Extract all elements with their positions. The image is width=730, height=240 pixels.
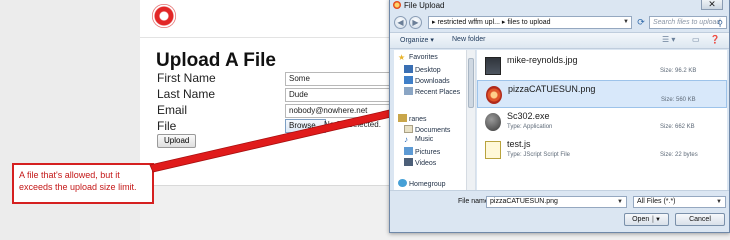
nav-item-documents[interactable]: Documents: [404, 125, 450, 134]
homegroup-icon: [398, 179, 407, 187]
file-name: pizzaCATUESUN.png: [508, 84, 596, 94]
file-row[interactable]: Sc302.exe Type: Application Size: 662 KB: [477, 108, 727, 136]
navigation-scrollbar[interactable]: [466, 50, 475, 190]
application-file-icon: [485, 113, 501, 131]
documents-icon: [404, 125, 413, 133]
image-file-icon: [485, 57, 501, 75]
view-options-icon[interactable]: ☰ ▾: [662, 35, 675, 44]
image-file-icon: [486, 86, 502, 104]
file-size: Size: 560 KB: [661, 97, 696, 103]
desktop-icon: [404, 65, 413, 73]
split-arrow-icon[interactable]: │▼: [651, 217, 661, 223]
last-name-label: Last Name: [157, 87, 216, 101]
preview-pane-icon[interactable]: ▭: [692, 35, 700, 44]
star-icon: ★: [398, 53, 406, 62]
upload-button[interactable]: Upload: [157, 134, 197, 148]
search-input[interactable]: Search files to upload ⚲: [649, 16, 727, 29]
file-type: Type: Application: [507, 124, 553, 130]
file-upload-dialog: File Upload ✕ ◀ ▶ ▸ restricted wffm upl.…: [389, 0, 730, 233]
help-icon[interactable]: ❓: [710, 35, 720, 44]
nav-item-videos[interactable]: Videos: [404, 158, 436, 167]
file-row[interactable]: mike-reynolds.jpg Size: 96.2 KB: [477, 52, 727, 80]
file-list: mike-reynolds.jpg Size: 96.2 KB pizzaCAT…: [477, 50, 727, 190]
chevron-down-icon[interactable]: ▼: [617, 197, 623, 207]
file-size: Size: 96.2 KB: [660, 68, 697, 74]
new-folder-button[interactable]: New folder: [452, 36, 485, 43]
file-name-value: pizzaCATUESUN.png: [490, 198, 558, 205]
libraries-icon: [398, 114, 407, 122]
browse-button[interactable]: Browse...: [285, 119, 327, 133]
header-divider: [140, 37, 390, 38]
address-path: ▸ restricted wffm upl... ▸ files to uplo…: [432, 19, 551, 26]
dialog-title: File Upload: [404, 1, 445, 10]
address-bar[interactable]: ▸ restricted wffm upl... ▸ files to uplo…: [428, 16, 632, 29]
nav-item-homegroup[interactable]: Homegroup: [398, 179, 446, 188]
chevron-down-icon[interactable]: ▼: [716, 197, 722, 207]
file-name: mike-reynolds.jpg: [507, 55, 578, 65]
firefox-icon: [393, 1, 401, 9]
file-type: Type: JScript Script File: [507, 152, 571, 158]
forward-arrow-icon[interactable]: ▶: [409, 16, 422, 29]
email-label: Email: [157, 103, 188, 117]
file-name: Sc302.exe: [507, 111, 550, 121]
file-size: Size: 22 bytes: [660, 152, 698, 158]
open-button[interactable]: Open │▼: [624, 213, 669, 226]
nav-item-desktop[interactable]: Desktop: [404, 65, 441, 74]
music-icon: ♪: [404, 135, 408, 144]
search-icon[interactable]: ⚲: [717, 18, 723, 29]
scrollbar-thumb[interactable]: [468, 58, 474, 108]
nav-item-favorites[interactable]: ★ Favorites: [398, 54, 438, 62]
search-placeholder: Search files to upload: [653, 19, 721, 26]
file-row[interactable]: test.js Type: JScript Script File Size: …: [477, 136, 727, 164]
cancel-button[interactable]: Cancel: [675, 213, 725, 226]
open-label: Open: [632, 216, 650, 223]
dialog-toolbar: Organize ▾ New folder ☰ ▾ ▭ ❓: [390, 32, 729, 49]
nav-item-recent-places[interactable]: Recent Places: [404, 87, 460, 96]
nav-item-music[interactable]: ♪ Music: [404, 136, 433, 144]
back-arrow-icon[interactable]: ◀: [394, 16, 407, 29]
file-size: Size: 662 KB: [660, 124, 695, 130]
filter-value: All Files (*.*): [637, 198, 676, 205]
navigation-bar: ◀ ▶ ▸ restricted wffm upl... ▸ files to …: [390, 13, 729, 32]
downloads-icon: [404, 76, 413, 84]
left-gutter: [0, 0, 140, 240]
first-name-field[interactable]: Some: [285, 72, 390, 86]
recent-places-icon: [404, 87, 413, 95]
last-name-field[interactable]: Dude: [285, 88, 390, 102]
no-file-selected-text: No file selected.: [324, 120, 381, 129]
pictures-icon: [404, 147, 413, 155]
file-name-input[interactable]: pizzaCATUESUN.png ▼: [486, 196, 627, 208]
videos-icon: [404, 158, 413, 166]
refresh-icon[interactable]: ⟳: [635, 16, 647, 29]
navigation-pane: ★ Favorites Desktop Downloads Recent Plac…: [394, 50, 476, 190]
organize-menu[interactable]: Organize ▾: [400, 36, 434, 44]
annotation-callout: A file that's allowed, but it exceeds th…: [12, 163, 154, 204]
nav-item-pictures[interactable]: Pictures: [404, 147, 440, 156]
dialog-titlebar: File Upload: [390, 0, 729, 12]
chevron-down-icon[interactable]: ▼: [623, 17, 629, 28]
close-button[interactable]: ✕: [701, 0, 723, 10]
nav-item-downloads[interactable]: Downloads: [404, 76, 450, 85]
dialog-bottom-pane: File name: pizzaCATUESUN.png ▼ All Files…: [390, 190, 729, 232]
nav-item-libraries[interactable]: ranes: [398, 114, 427, 123]
script-file-icon: [485, 141, 501, 159]
file-row-selected[interactable]: pizzaCATUESUN.png Size: 560 KB: [477, 80, 727, 108]
file-type-filter[interactable]: All Files (*.*) ▼: [633, 196, 726, 208]
file-name: test.js: [507, 139, 531, 149]
email-field[interactable]: nobody@nowhere.net: [285, 104, 390, 118]
first-name-label: First Name: [157, 71, 216, 85]
file-label: File: [157, 119, 177, 133]
page-title: Upload A File: [156, 50, 276, 71]
site-logo-icon: [152, 4, 176, 28]
